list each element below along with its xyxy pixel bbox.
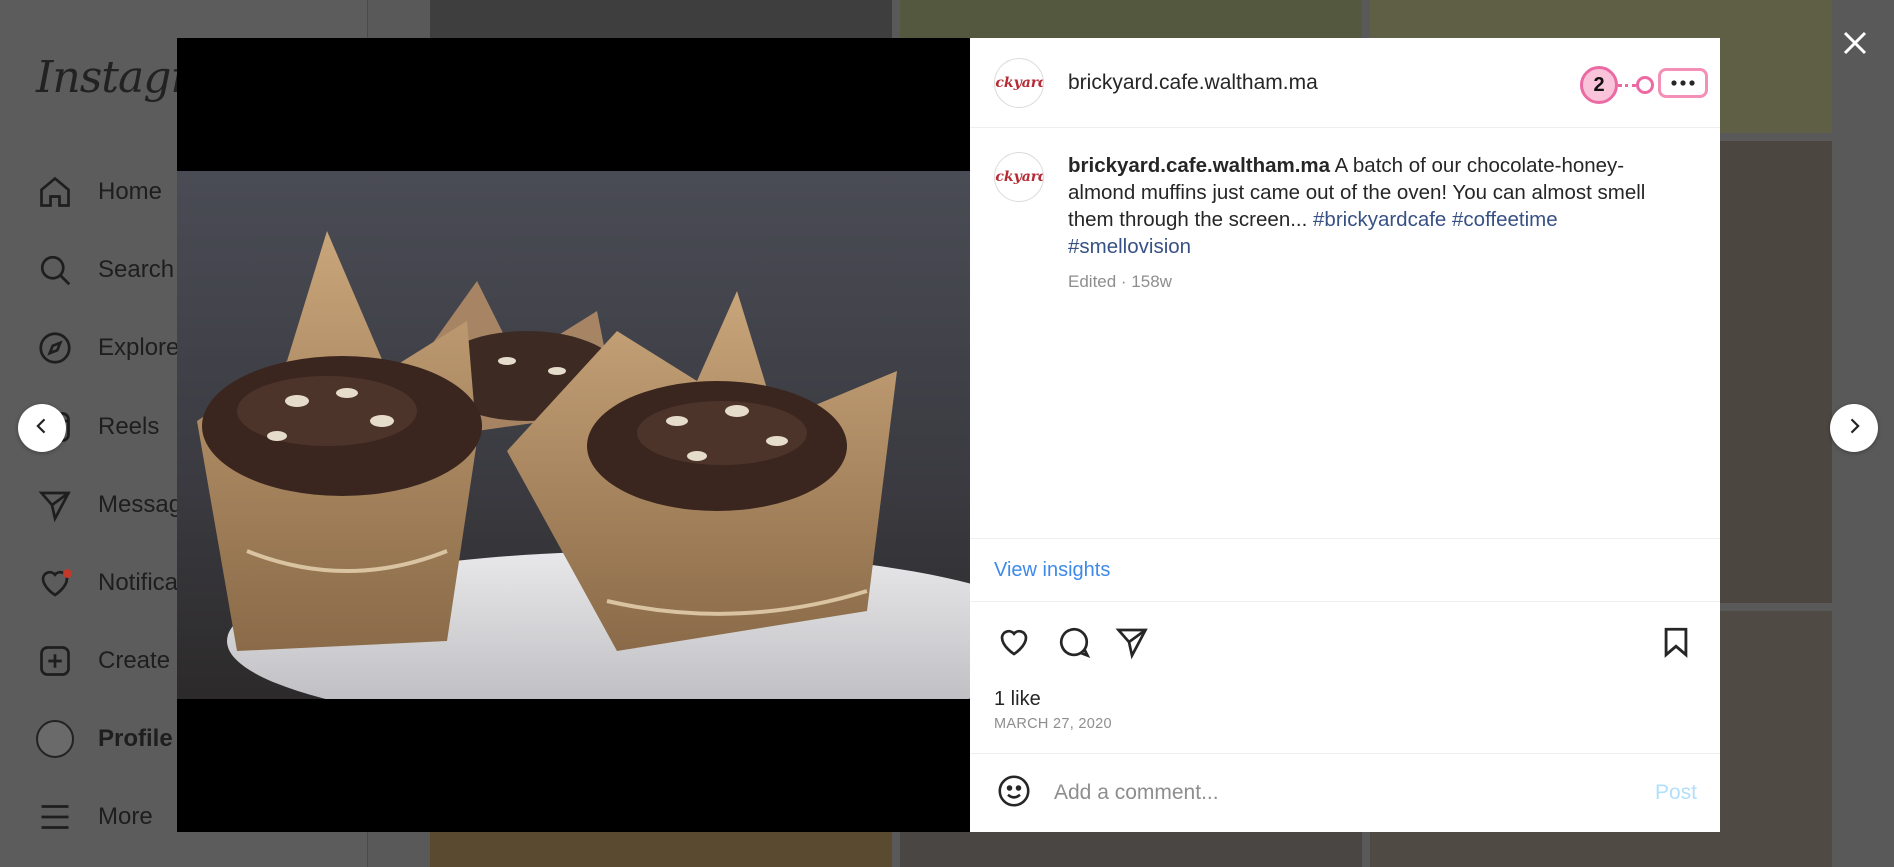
nav-item-profile[interactable]: Profile [36,715,173,763]
emoji-button[interactable] [994,773,1034,813]
annotation-anchor [1636,76,1654,94]
annotation-badge: 2 [1580,66,1618,104]
grid-tile [430,832,892,867]
likes-count[interactable]: 1 like [994,688,1041,711]
heart-icon [36,564,74,602]
more-options-button[interactable] [1658,68,1708,98]
nav-label: Explore [98,334,180,361]
compass-icon [36,329,74,367]
nav-item-explore[interactable]: Explore [36,324,179,372]
annotation-connector [1618,84,1636,87]
hashtag-link[interactable]: #smellovision [1068,235,1191,258]
paper-plane-icon [36,486,74,524]
caption-username[interactable]: brickyard.cafe.waltham.ma [1068,154,1330,177]
post-modal: ickyard brickyard.cafe.waltham.ma 2 icky… [177,38,1720,832]
close-button[interactable] [1834,24,1876,66]
view-insights-link[interactable]: View insights [994,559,1110,582]
post-header: ickyard brickyard.cafe.waltham.ma 2 [970,38,1720,128]
profile-avatar[interactable]: ickyard [994,57,1044,108]
nav-label: More [98,803,153,830]
post-comment-button[interactable]: Post [1655,781,1697,805]
ellipsis-icon [1670,74,1696,92]
paper-plane-icon [1114,624,1150,665]
comment-bar: Post [970,753,1720,832]
bookmark-icon [1659,625,1693,664]
comment-icon [1056,624,1092,665]
comment-input[interactable] [1054,781,1614,805]
post-media [177,38,970,832]
grid-tile [900,832,1362,867]
nav-item-create[interactable]: Create [36,637,170,685]
caption-text-block: brickyard.cafe.waltham.ma A batch of our… [1068,152,1678,260]
search-icon [36,251,74,289]
nav-label: Reels [98,413,160,440]
post-actions [994,624,1696,664]
chevron-right-icon [1844,416,1864,441]
nav-item-search[interactable]: Search [36,246,174,294]
next-post-button[interactable] [1830,404,1878,452]
nav-label: Profile [98,725,173,752]
like-button[interactable] [994,624,1034,664]
menu-icon [36,798,74,836]
avatar-icon [36,720,74,758]
insights-row: View insights [970,538,1720,602]
nav-label: Home [98,178,163,205]
nav-item-home[interactable]: Home [36,168,162,216]
share-button[interactable] [1112,624,1152,664]
close-icon [1840,28,1870,63]
post-caption: ickyard brickyard.cafe.waltham.ma A batc… [994,152,1694,292]
comment-button[interactable] [1054,624,1094,664]
emoji-icon [996,773,1032,814]
save-button[interactable] [1656,624,1696,664]
nav-label: Create [98,647,171,674]
post-details-panel: ickyard brickyard.cafe.waltham.ma 2 icky… [970,38,1720,832]
post-username[interactable]: brickyard.cafe.waltham.ma [1068,71,1318,95]
plus-square-icon [36,642,74,680]
hashtag-link[interactable]: #brickyardcafe [1313,208,1446,231]
post-date: MARCH 27, 2020 [994,716,1112,732]
nav-label: Search [98,256,175,283]
heart-icon [996,624,1032,665]
caption-avatar[interactable]: ickyard [994,152,1044,202]
hashtag-link[interactable]: #coffeetime [1452,208,1558,231]
notification-dot [63,569,72,578]
chevron-left-icon [32,416,52,441]
previous-post-button[interactable] [18,404,66,452]
caption-meta: Edited · 158w [1068,272,1172,291]
nav-item-more[interactable]: More [36,793,153,841]
home-icon [36,173,74,211]
post-photo [177,171,970,731]
